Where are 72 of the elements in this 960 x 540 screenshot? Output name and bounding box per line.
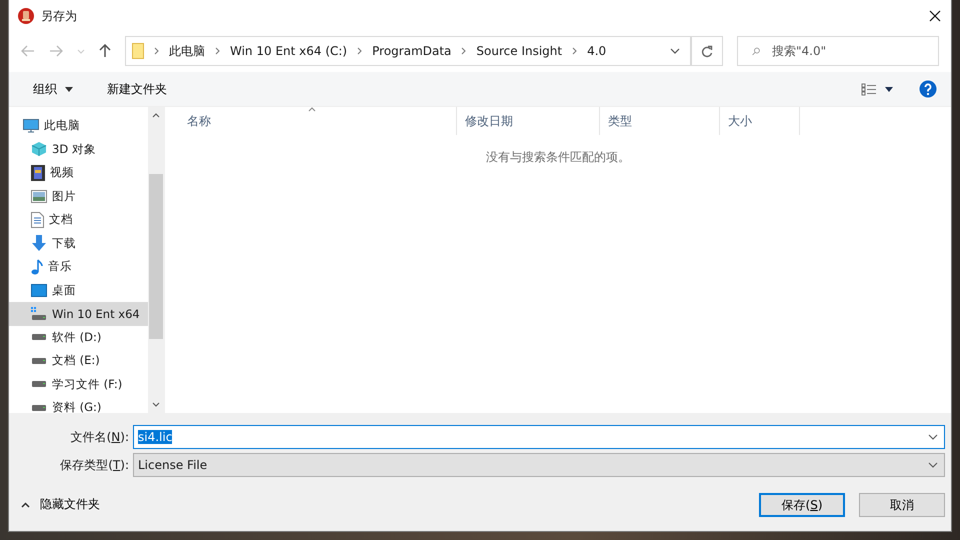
column-header[interactable]: 修改日期: [457, 107, 600, 135]
refresh-button[interactable]: [691, 36, 723, 66]
chevron-icon[interactable]: [572, 47, 578, 55]
document-icon: [31, 212, 44, 228]
breadcrumb-item[interactable]: 4.0: [587, 44, 606, 58]
file-name-field[interactable]: si4.lic: [133, 425, 945, 449]
new-folder-button[interactable]: 新建文件夹: [101, 80, 173, 98]
address-bar[interactable]: 此电脑 Win 10 Ent x64 (C:) ProgramData Source Insight 4.0: [125, 36, 691, 66]
navigation-item[interactable]: 资料 (G:): [9, 396, 148, 413]
chevron-icon[interactable]: [357, 47, 362, 55]
field-label: 文件名(N):: [70, 428, 130, 446]
navigation-item[interactable]: Win 10 Ent x64: [9, 302, 148, 326]
system-drive-icon: [31, 306, 47, 321]
drive-icon: [31, 381, 47, 388]
drive-icon: [31, 334, 47, 340]
breadcrumb-item[interactable]: 此电脑: [169, 42, 205, 60]
app-icon: [17, 7, 35, 25]
navigation-item[interactable]: 文档 (E:): [9, 349, 148, 372]
hide-folders-button[interactable]: 隐藏文件夹: [21, 496, 100, 519]
search-box[interactable]: 搜索"4.0": [737, 36, 939, 66]
navigation-item[interactable]: 软件 (D:): [9, 326, 148, 349]
column-header[interactable]: 大小: [720, 107, 800, 135]
up-arrow-icon[interactable]: [99, 44, 111, 58]
scroll-up-icon[interactable]: [152, 113, 160, 118]
breadcrumb-item[interactable]: Source Insight: [476, 44, 562, 58]
caret-icon[interactable]: [885, 86, 893, 92]
navigation-item[interactable]: 文档: [9, 208, 148, 232]
caret-icon: [65, 86, 73, 92]
refresh-icon: [701, 44, 713, 58]
caret-icon: [21, 502, 30, 508]
chevron-icon[interactable]: [461, 47, 466, 55]
close-icon[interactable]: [929, 10, 941, 22]
breadcrumb-item[interactable]: ProgramData: [372, 44, 452, 58]
navigation-item[interactable]: 音乐: [9, 255, 148, 278]
column-header[interactable]: 类型: [600, 107, 720, 135]
window-title: 另存为: [41, 8, 77, 24]
scroll-down-icon[interactable]: [152, 402, 160, 407]
navigation-item[interactable]: 桌面: [9, 278, 148, 302]
save-button[interactable]: 保存(S): [759, 493, 845, 517]
drive-icon: [31, 404, 47, 411]
chevron-icon[interactable]: [215, 47, 220, 55]
dropdown-caret-icon: [928, 434, 938, 440]
field-label: 保存类型(T):: [59, 456, 130, 474]
download-arrow-icon: [31, 235, 47, 252]
file-type-dropdown[interactable]: License File: [133, 453, 945, 477]
folder-icon: [132, 43, 144, 59]
chevron-icon[interactable]: [154, 47, 159, 55]
sort-caret-icon: [308, 107, 316, 112]
navigation-item[interactable]: 图片: [9, 184, 148, 208]
scrollbar-thumb[interactable]: [149, 174, 163, 339]
music-note-icon: [31, 258, 43, 275]
cancel-button[interactable]: 取消: [859, 493, 945, 517]
empty-message: 没有与搜索条件匹配的项。: [485, 149, 631, 166]
navigation-item[interactable]: 视频: [9, 161, 148, 184]
breadcrumb-item[interactable]: Win 10 Ent x64 (C:): [230, 44, 348, 58]
navigation-item[interactable]: 下载: [9, 232, 148, 255]
dropdown-caret-icon: [928, 462, 938, 468]
scrollbar[interactable]: [148, 107, 164, 413]
film-icon: [31, 164, 45, 181]
navigation-item[interactable]: 学习文件 (F:): [9, 372, 148, 396]
dropdown-caret-icon[interactable]: [670, 48, 680, 54]
navigation-item[interactable]: 3D 对象: [9, 138, 148, 161]
column-header[interactable]: 名称: [179, 107, 457, 135]
navigation-item[interactable]: 此电脑: [9, 114, 148, 138]
organize-menu-button[interactable]: 组织: [27, 80, 79, 98]
desktop-icon: [31, 284, 47, 297]
view-options-icon[interactable]: [861, 82, 877, 96]
help-icon[interactable]: [919, 80, 937, 98]
computer-icon: [23, 118, 39, 133]
drive-icon: [31, 358, 47, 364]
picture-icon: [31, 190, 47, 203]
cube-icon: [31, 141, 47, 158]
